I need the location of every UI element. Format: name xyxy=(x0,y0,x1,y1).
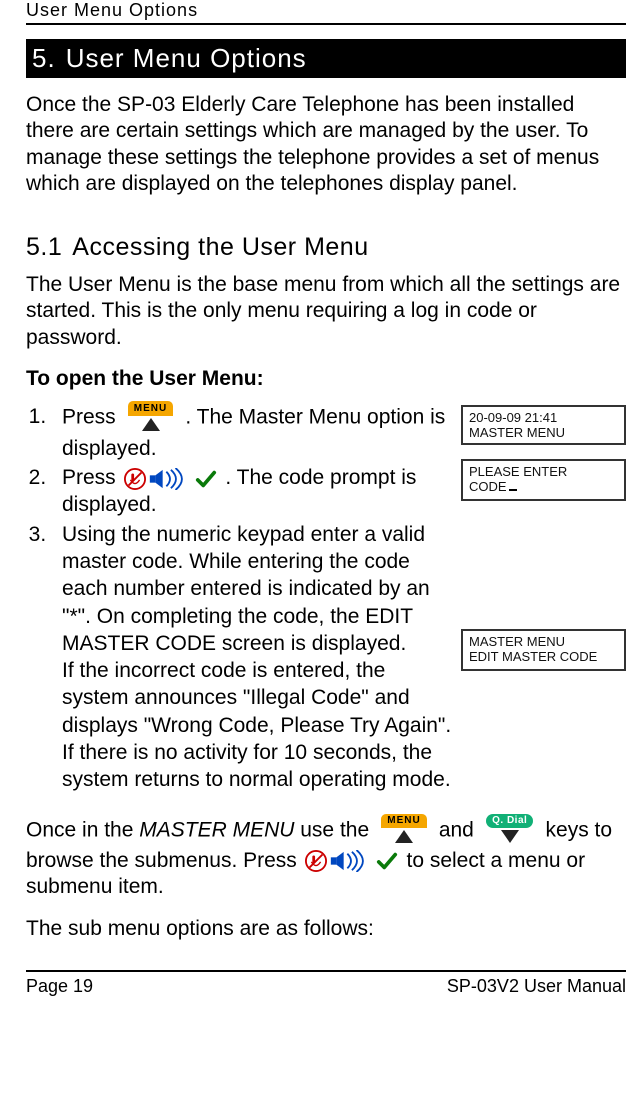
manual-title: SP-03V2 User Manual xyxy=(447,976,626,997)
menu-key-icon: MENU xyxy=(124,401,178,435)
chapter-number: 5. xyxy=(32,43,56,74)
lcd-line: 20-09-09 21:41 xyxy=(469,410,618,426)
triangle-up-icon xyxy=(142,418,160,431)
triangle-down-icon xyxy=(501,830,519,843)
running-header: User Menu Options xyxy=(26,0,626,25)
text-fragment: Once in the xyxy=(26,818,139,841)
step-text: Using the numeric keypad enter a valid m… xyxy=(62,523,430,655)
page-footer: Page 19 SP-03V2 User Manual xyxy=(26,970,626,997)
text-fragment: and xyxy=(439,818,480,841)
section-title: Accessing the User Menu xyxy=(72,233,368,261)
section-intro: The User Menu is the base menu from whic… xyxy=(26,272,626,351)
qdial-key-label: Q. Dial xyxy=(486,814,533,829)
step-note: If the incorrect code is entered, the sy… xyxy=(62,659,451,737)
chapter-title: User Menu Options xyxy=(66,43,307,74)
chapter-intro: Once the SP-03 Elderly Care Telephone ha… xyxy=(26,92,626,197)
text-italic: MASTER MENU xyxy=(139,818,294,841)
cursor-icon xyxy=(509,489,517,491)
lcd-line: EDIT MASTER CODE xyxy=(469,649,618,665)
lcd-edit-master-code: MASTER MENU EDIT MASTER CODE xyxy=(461,629,626,671)
procedure-heading: To open the User Menu: xyxy=(26,367,626,391)
mute-speaker-check-icon xyxy=(124,467,218,491)
mute-speaker-check-icon xyxy=(305,849,399,873)
triangle-up-icon xyxy=(395,830,413,843)
step-text: Press xyxy=(62,405,122,428)
lcd-line: PLEASE ENTER xyxy=(469,464,618,480)
lcd-master-menu: 20-09-09 21:41 MASTER MENU xyxy=(461,405,626,445)
step-note: If there is no activity for 10 seconds, … xyxy=(62,741,451,791)
text-fragment: use the xyxy=(294,818,375,841)
page-number: Page 19 xyxy=(26,976,93,997)
after-steps-para-1: Once in the MASTER MENU use the MENU and… xyxy=(26,814,626,901)
chapter-heading: 5. User Menu Options xyxy=(26,39,626,78)
section-heading: 5.1 Accessing the User Menu xyxy=(26,233,626,262)
after-steps-para-2: The sub menu options are as follows: xyxy=(26,916,626,942)
lcd-enter-code: PLEASE ENTER CODE xyxy=(461,459,626,501)
lcd-line: MASTER MENU xyxy=(469,634,618,650)
menu-key-label: MENU xyxy=(381,814,426,829)
lcd-line: CODE xyxy=(469,479,618,495)
menu-key-icon: MENU xyxy=(377,814,431,848)
step-text: Press xyxy=(62,466,122,489)
lcd-line: MASTER MENU xyxy=(469,425,618,441)
qdial-key-icon: Q. Dial xyxy=(482,814,538,848)
menu-key-label: MENU xyxy=(128,401,173,416)
section-number: 5.1 xyxy=(26,233,62,261)
